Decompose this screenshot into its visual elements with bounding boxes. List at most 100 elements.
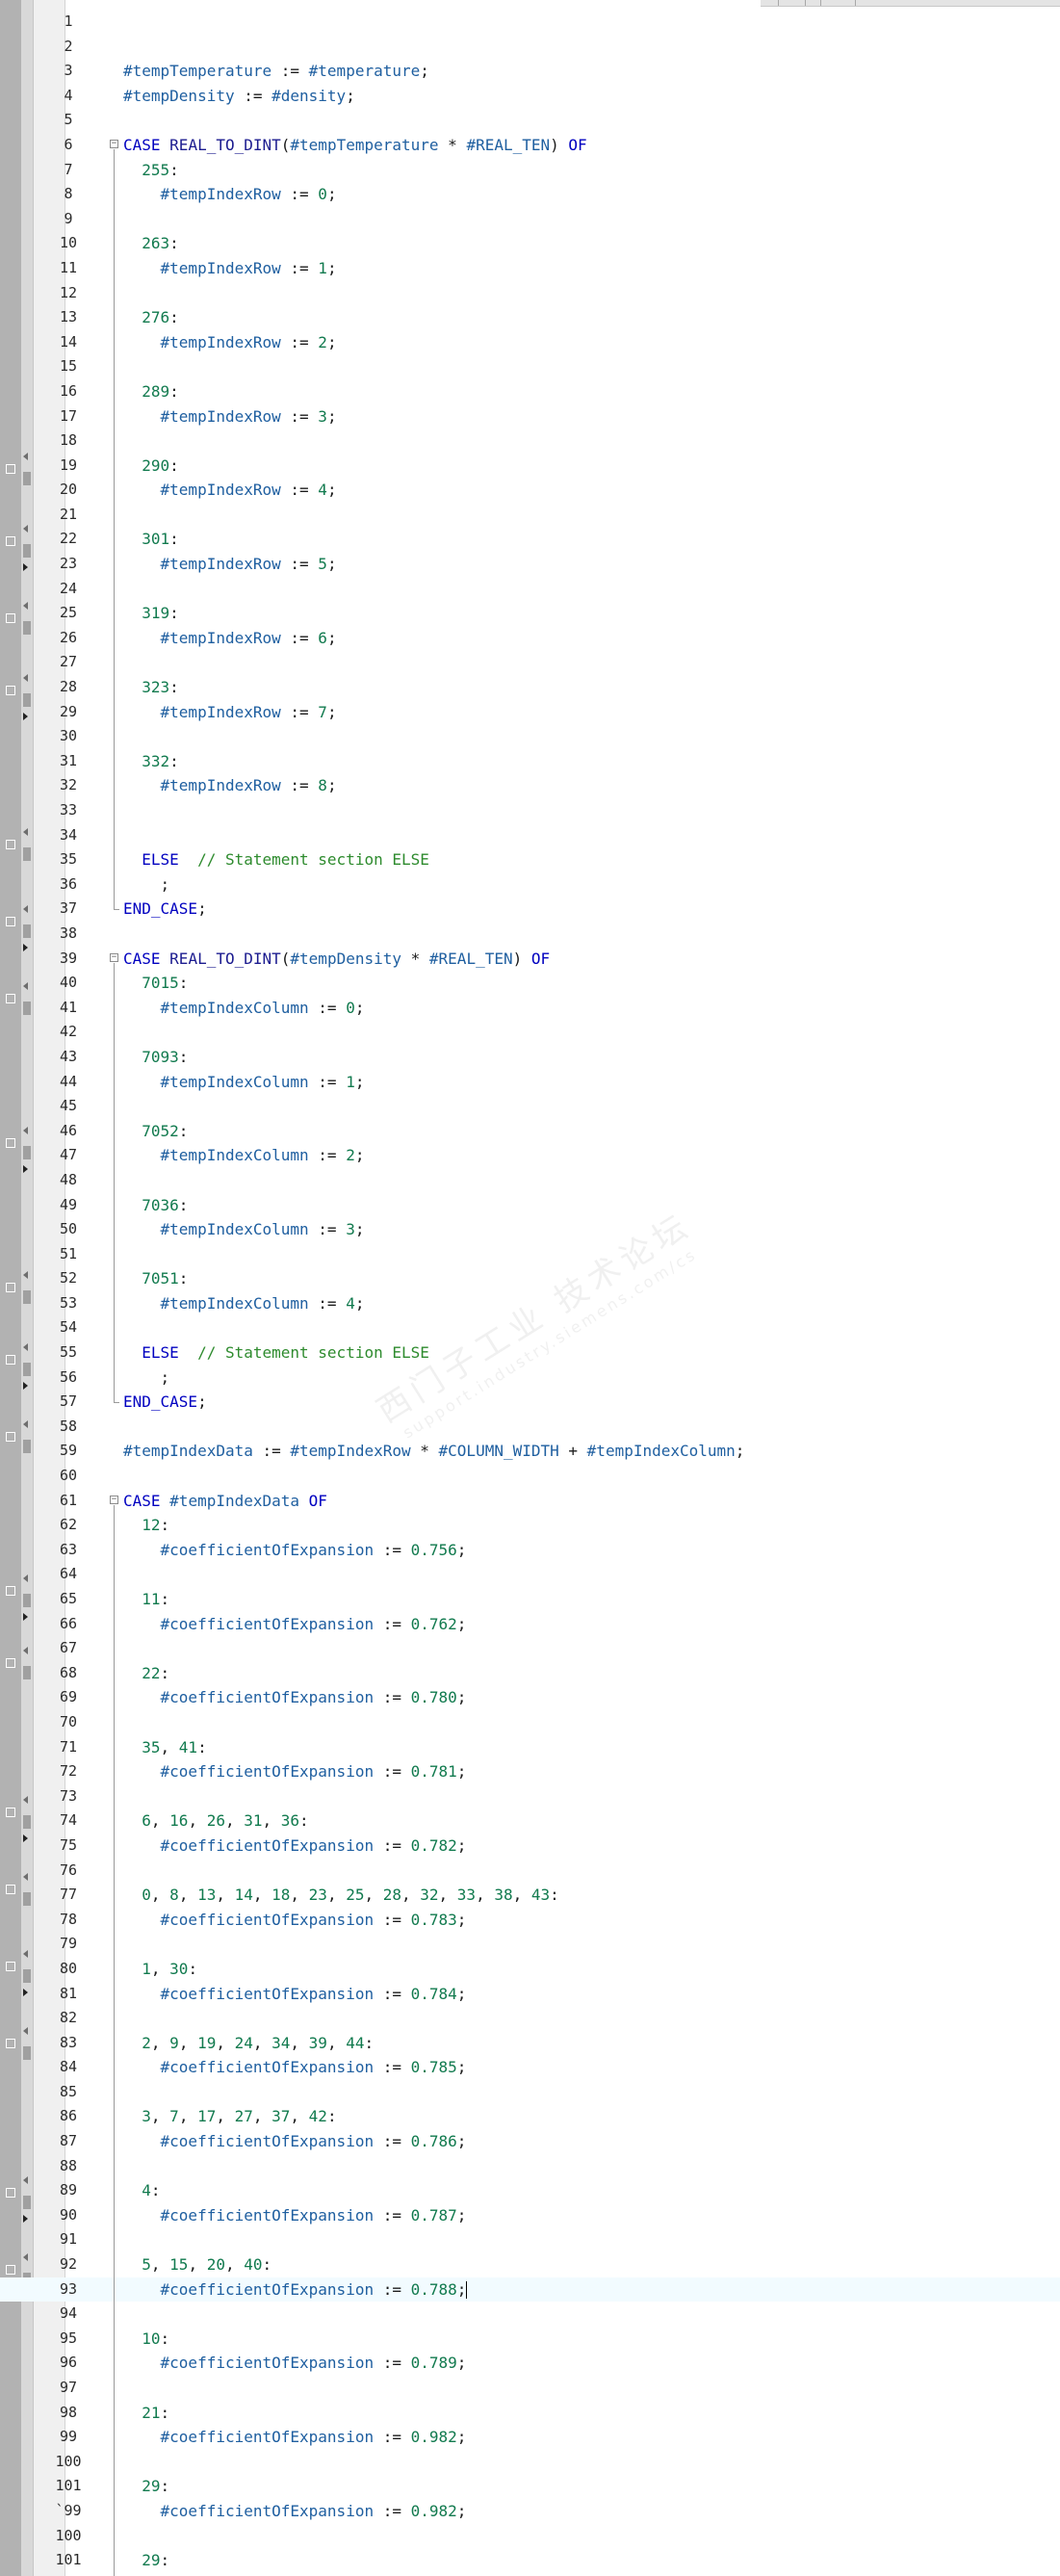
- code-line[interactable]: 77 0, 8, 13, 14, 18, 23, 25, 28, 32, 33,…: [0, 1883, 1060, 1908]
- code-line[interactable]: 95 10:: [0, 2327, 1060, 2352]
- code-line[interactable]: 88: [0, 2154, 1060, 2179]
- code-line[interactable]: 62 12:: [0, 1513, 1060, 1538]
- code-line[interactable]: 26 #tempIndexRow := 6;: [0, 626, 1060, 651]
- code-line[interactable]: 51: [0, 1242, 1060, 1267]
- code-line[interactable]: 54: [0, 1315, 1060, 1340]
- code-line[interactable]: 32 #tempIndexRow := 8;: [0, 773, 1060, 798]
- code-line[interactable]: 25 319:: [0, 601, 1060, 626]
- code-line[interactable]: 28 323:: [0, 675, 1060, 700]
- code-line[interactable]: 100: [0, 2524, 1060, 2549]
- code-line[interactable]: 50 #tempIndexColumn := 3;: [0, 1217, 1060, 1242]
- code-line[interactable]: 33: [0, 798, 1060, 823]
- code-line[interactable]: 57 END_CASE;: [0, 1390, 1060, 1415]
- fold-toggle-icon[interactable]: −: [110, 1495, 118, 1504]
- code-line[interactable]: 97: [0, 2376, 1060, 2401]
- code-editor[interactable]: 1 2 3 #tempTemperature := #temperature; 4 #te…: [0, 10, 1060, 2576]
- code-line[interactable]: 91: [0, 2227, 1060, 2252]
- code-line[interactable]: 79: [0, 1932, 1060, 1957]
- code-line[interactable]: 19 290:: [0, 454, 1060, 479]
- code-line[interactable]: 47 #tempIndexColumn := 2;: [0, 1143, 1060, 1168]
- code-line[interactable]: 4 #tempDensity := #density;: [0, 84, 1060, 109]
- code-line[interactable]: 82: [0, 2006, 1060, 2031]
- code-line[interactable]: 3 #tempTemperature := #temperature;: [0, 59, 1060, 84]
- code-line[interactable]: 36 ;: [0, 872, 1060, 898]
- code-line[interactable]: 23 #tempIndexRow := 5;: [0, 552, 1060, 577]
- code-line[interactable]: 70: [0, 1710, 1060, 1735]
- code-line[interactable]: 58: [0, 1415, 1060, 1440]
- code-line[interactable]: 30: [0, 724, 1060, 749]
- code-line[interactable]: 85: [0, 2080, 1060, 2105]
- code-line[interactable]: 20 #tempIndexRow := 4;: [0, 478, 1060, 503]
- code-line[interactable]: 61 − CASE #tempIndexData OF: [0, 1489, 1060, 1514]
- code-line[interactable]: 72 #coefficientOfExpansion := 0.781;: [0, 1759, 1060, 1784]
- code-line[interactable]: 41 #tempIndexColumn := 0;: [0, 996, 1060, 1021]
- code-line[interactable]: 99 #coefficientOfExpansion := 0.982;: [0, 2425, 1060, 2450]
- code-line[interactable]: 10 263:: [0, 231, 1060, 256]
- fold-toggle-icon[interactable]: −: [110, 952, 118, 962]
- code-line[interactable]: 6 − CASE REAL_TO_DINT(#tempTemperature * #…: [0, 133, 1060, 158]
- code-line[interactable]: 56 ;: [0, 1366, 1060, 1391]
- code-line[interactable]: 7 255:: [0, 158, 1060, 183]
- code-line[interactable]: 15: [0, 354, 1060, 379]
- fold-toggle-icon[interactable]: −: [110, 139, 118, 148]
- code-line[interactable]: 5: [0, 108, 1060, 133]
- code-line[interactable]: 65 11:: [0, 1587, 1060, 1612]
- code-line[interactable]: 74 6, 16, 26, 31, 36:: [0, 1808, 1060, 1834]
- code-line[interactable]: 24: [0, 577, 1060, 602]
- code-line[interactable]: 52 7051:: [0, 1266, 1060, 1291]
- code-line[interactable]: 17 #tempIndexRow := 3;: [0, 404, 1060, 429]
- code-line[interactable]: 35 ELSE // Statement section ELSE: [0, 847, 1060, 872]
- code-line[interactable]: 86 3, 7, 17, 27, 37, 42:: [0, 2104, 1060, 2129]
- code-line[interactable]: 11 #tempIndexRow := 1;: [0, 256, 1060, 281]
- code-line[interactable]: 34: [0, 823, 1060, 848]
- code-line[interactable]: 101 29:: [0, 2474, 1060, 2499]
- code-line[interactable]: 80 1, 30:: [0, 1957, 1060, 1982]
- code-line[interactable]: 1: [0, 10, 1060, 35]
- code-line[interactable]: 75 #coefficientOfExpansion := 0.782;: [0, 1834, 1060, 1859]
- code-line[interactable]: 14 #tempIndexRow := 2;: [0, 330, 1060, 355]
- code-line[interactable]: 90 #coefficientOfExpansion := 0.787;: [0, 2203, 1060, 2228]
- code-line[interactable]: 96 #coefficientOfExpansion := 0.789;: [0, 2351, 1060, 2376]
- code-line[interactable]: 39 − CASE REAL_TO_DINT(#tempDensity * #REA…: [0, 947, 1060, 972]
- code-line[interactable]: 81 #coefficientOfExpansion := 0.784;: [0, 1982, 1060, 2007]
- code-line[interactable]: 44 #tempIndexColumn := 1;: [0, 1070, 1060, 1095]
- code-line[interactable]: 71 35, 41:: [0, 1735, 1060, 1760]
- code-line[interactable]: 9: [0, 207, 1060, 232]
- code-line[interactable]: 53 #tempIndexColumn := 4;: [0, 1291, 1060, 1316]
- code-line[interactable]: 55 ELSE // Statement section ELSE: [0, 1340, 1060, 1366]
- code-line[interactable]: 22 301:: [0, 527, 1060, 552]
- code-line[interactable]: 46 7052:: [0, 1119, 1060, 1144]
- code-line[interactable]: 84 #coefficientOfExpansion := 0.785;: [0, 2055, 1060, 2080]
- code-line[interactable]: 2: [0, 35, 1060, 60]
- code-line[interactable]: 89 4:: [0, 2178, 1060, 2203]
- code-line[interactable]: 12: [0, 281, 1060, 306]
- code-line[interactable]: 83 2, 9, 19, 24, 34, 39, 44:: [0, 2031, 1060, 2056]
- code-line[interactable]: 63 #coefficientOfExpansion := 0.756;: [0, 1538, 1060, 1563]
- code-line[interactable]: 13 276:: [0, 305, 1060, 330]
- code-line[interactable]: 93 #coefficientOfExpansion := 0.788;: [0, 2277, 1060, 2303]
- code-line[interactable]: 64: [0, 1562, 1060, 1587]
- code-line[interactable]: 66 #coefficientOfExpansion := 0.762;: [0, 1612, 1060, 1637]
- code-line[interactable]: 49 7036:: [0, 1193, 1060, 1218]
- code-line[interactable]: 31 332:: [0, 749, 1060, 774]
- code-line[interactable]: 60: [0, 1464, 1060, 1489]
- code-line[interactable]: 87 #coefficientOfExpansion := 0.786;: [0, 2129, 1060, 2154]
- code-line[interactable]: `99 #coefficientOfExpansion := 0.982;: [0, 2499, 1060, 2524]
- code-line[interactable]: 16 289:: [0, 379, 1060, 404]
- code-line[interactable]: 42: [0, 1020, 1060, 1045]
- code-line[interactable]: 92 5, 15, 20, 40:: [0, 2252, 1060, 2277]
- code-line[interactable]: 69 #coefficientOfExpansion := 0.780;: [0, 1685, 1060, 1710]
- code-line[interactable]: 68 22:: [0, 1661, 1060, 1686]
- code-line[interactable]: 67: [0, 1636, 1060, 1661]
- code-line[interactable]: 101 29:: [0, 2548, 1060, 2573]
- code-line[interactable]: 21: [0, 503, 1060, 528]
- code-line[interactable]: 45: [0, 1094, 1060, 1119]
- code-line[interactable]: 18: [0, 429, 1060, 454]
- code-line[interactable]: 100: [0, 2450, 1060, 2475]
- code-line[interactable]: 76: [0, 1859, 1060, 1884]
- code-line[interactable]: 48: [0, 1168, 1060, 1193]
- code-line[interactable]: 29 #tempIndexRow := 7;: [0, 700, 1060, 725]
- code-line[interactable]: 73: [0, 1784, 1060, 1809]
- code-line[interactable]: 59 #tempIndexData := #tempIndexRow * #COL…: [0, 1439, 1060, 1464]
- code-line[interactable]: 43 7093:: [0, 1045, 1060, 1070]
